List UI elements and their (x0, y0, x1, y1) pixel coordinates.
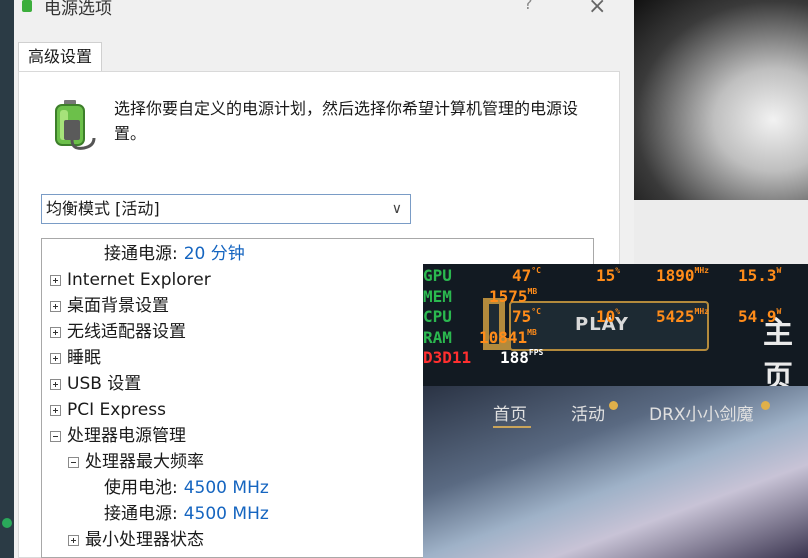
help-button[interactable]: ? (524, 0, 533, 13)
cpu-label: CPU (423, 307, 452, 326)
expand-icon[interactable] (68, 534, 79, 546)
tree-row[interactable]: 处理器电源管理 (50, 423, 186, 449)
tree-row[interactable]: 处理器最大频率 (68, 449, 204, 475)
cpu-load: 10% (596, 307, 621, 326)
desktop-icon (2, 518, 12, 528)
tree-row-value[interactable]: 4500 MHz (184, 504, 269, 524)
expand-icon[interactable] (50, 326, 61, 338)
gpu-power: 15.3W (738, 266, 782, 285)
tab-advanced-settings[interactable]: 高级设置 (18, 42, 102, 72)
cpu-clock: 5425MHz (656, 307, 709, 326)
background-window (634, 0, 808, 200)
nav-profile[interactable]: DRX小小剑魔 (649, 400, 754, 425)
mem-value: 1575MB (489, 287, 538, 306)
tree-row[interactable]: Internet Explorer (50, 267, 211, 293)
power-plan-dropdown[interactable]: 均衡模式 [活动] ∨ (41, 194, 411, 224)
fps-value: 188FPS (500, 348, 544, 367)
expand-icon[interactable] (50, 378, 61, 390)
gpu-load: 15% (596, 266, 621, 285)
tree-row[interactable]: 接通电源: 4500 MHz (104, 501, 269, 527)
tree-row[interactable]: 睡眠 (50, 345, 101, 371)
power-options-icon (22, 0, 32, 12)
gpu-label: GPU (423, 266, 452, 285)
tree-row[interactable]: 桌面背景设置 (50, 293, 169, 319)
ram-value: 10841MB (479, 328, 537, 347)
cpu-power: 54.9W (738, 307, 782, 326)
desktop-edge (0, 0, 14, 558)
tree-row[interactable]: 最小处理器状态 (68, 527, 204, 553)
gpu-clock: 1890MHz (656, 266, 709, 285)
close-button[interactable]: × (588, 0, 606, 19)
tree-row[interactable]: USB 设置 (50, 371, 141, 397)
gpu-temp: 47°C (512, 266, 541, 285)
tree-row-label: 桌面背景设置 (67, 296, 169, 316)
tree-row-value[interactable]: 20 分钟 (184, 244, 245, 264)
d3d-label: D3D11 (423, 348, 472, 367)
collapse-icon[interactable] (50, 430, 61, 442)
tree-row[interactable]: 接通电源: 20 分钟 (104, 241, 245, 267)
expand-icon[interactable] (50, 300, 61, 312)
tree-row-value[interactable]: 4500 MHz (184, 478, 269, 498)
collapse-icon[interactable] (68, 456, 79, 468)
tree-row[interactable]: 无线适配器设置 (50, 319, 186, 345)
tree-row-label: 使用电池: (104, 478, 178, 498)
tree-row[interactable]: 使用电池: 4500 MHz (104, 475, 269, 501)
title-bar: 电源选项 ? × (14, 0, 634, 19)
nav-events[interactable]: 活动 (571, 400, 605, 425)
window-title: 电源选项 (44, 0, 112, 19)
expand-icon[interactable] (50, 404, 61, 416)
tree-row-label: Internet Explorer (67, 270, 211, 290)
tree-row-label: 无线适配器设置 (67, 322, 186, 342)
tree-row-label: 处理器电源管理 (67, 426, 186, 446)
notification-dot (609, 401, 618, 410)
expand-icon[interactable] (50, 274, 61, 286)
tree-row-label: 处理器最大频率 (85, 452, 204, 472)
notification-dot (761, 401, 770, 410)
nav-home[interactable]: 首页 (493, 400, 527, 425)
tree-row-label: USB 设置 (67, 374, 142, 394)
cpu-temp: 75°C (512, 307, 541, 326)
tree-row-label: 接通电源: (104, 244, 178, 264)
instruction-text: 选择你要自定义的电源计划，然后选择你希望计算机管理的电源设置。 (114, 99, 579, 143)
tree-row-label: 最小处理器状态 (85, 530, 204, 550)
chevron-down-icon: ∨ (391, 201, 402, 217)
tree-row-label: 睡眠 (67, 348, 101, 368)
tree-row-label: 接通电源: (104, 504, 178, 524)
power-plan-value: 均衡模式 [活动] (46, 199, 160, 218)
nav-active-underline (493, 426, 531, 428)
battery-plug-icon (55, 100, 96, 150)
expand-icon[interactable] (50, 352, 61, 364)
ram-label: RAM (423, 328, 452, 347)
background-window-lower (634, 200, 808, 264)
tree-row[interactable]: PCI Express (50, 397, 166, 423)
tree-row-label: PCI Express (67, 400, 166, 420)
mem-label: MEM (423, 287, 452, 306)
